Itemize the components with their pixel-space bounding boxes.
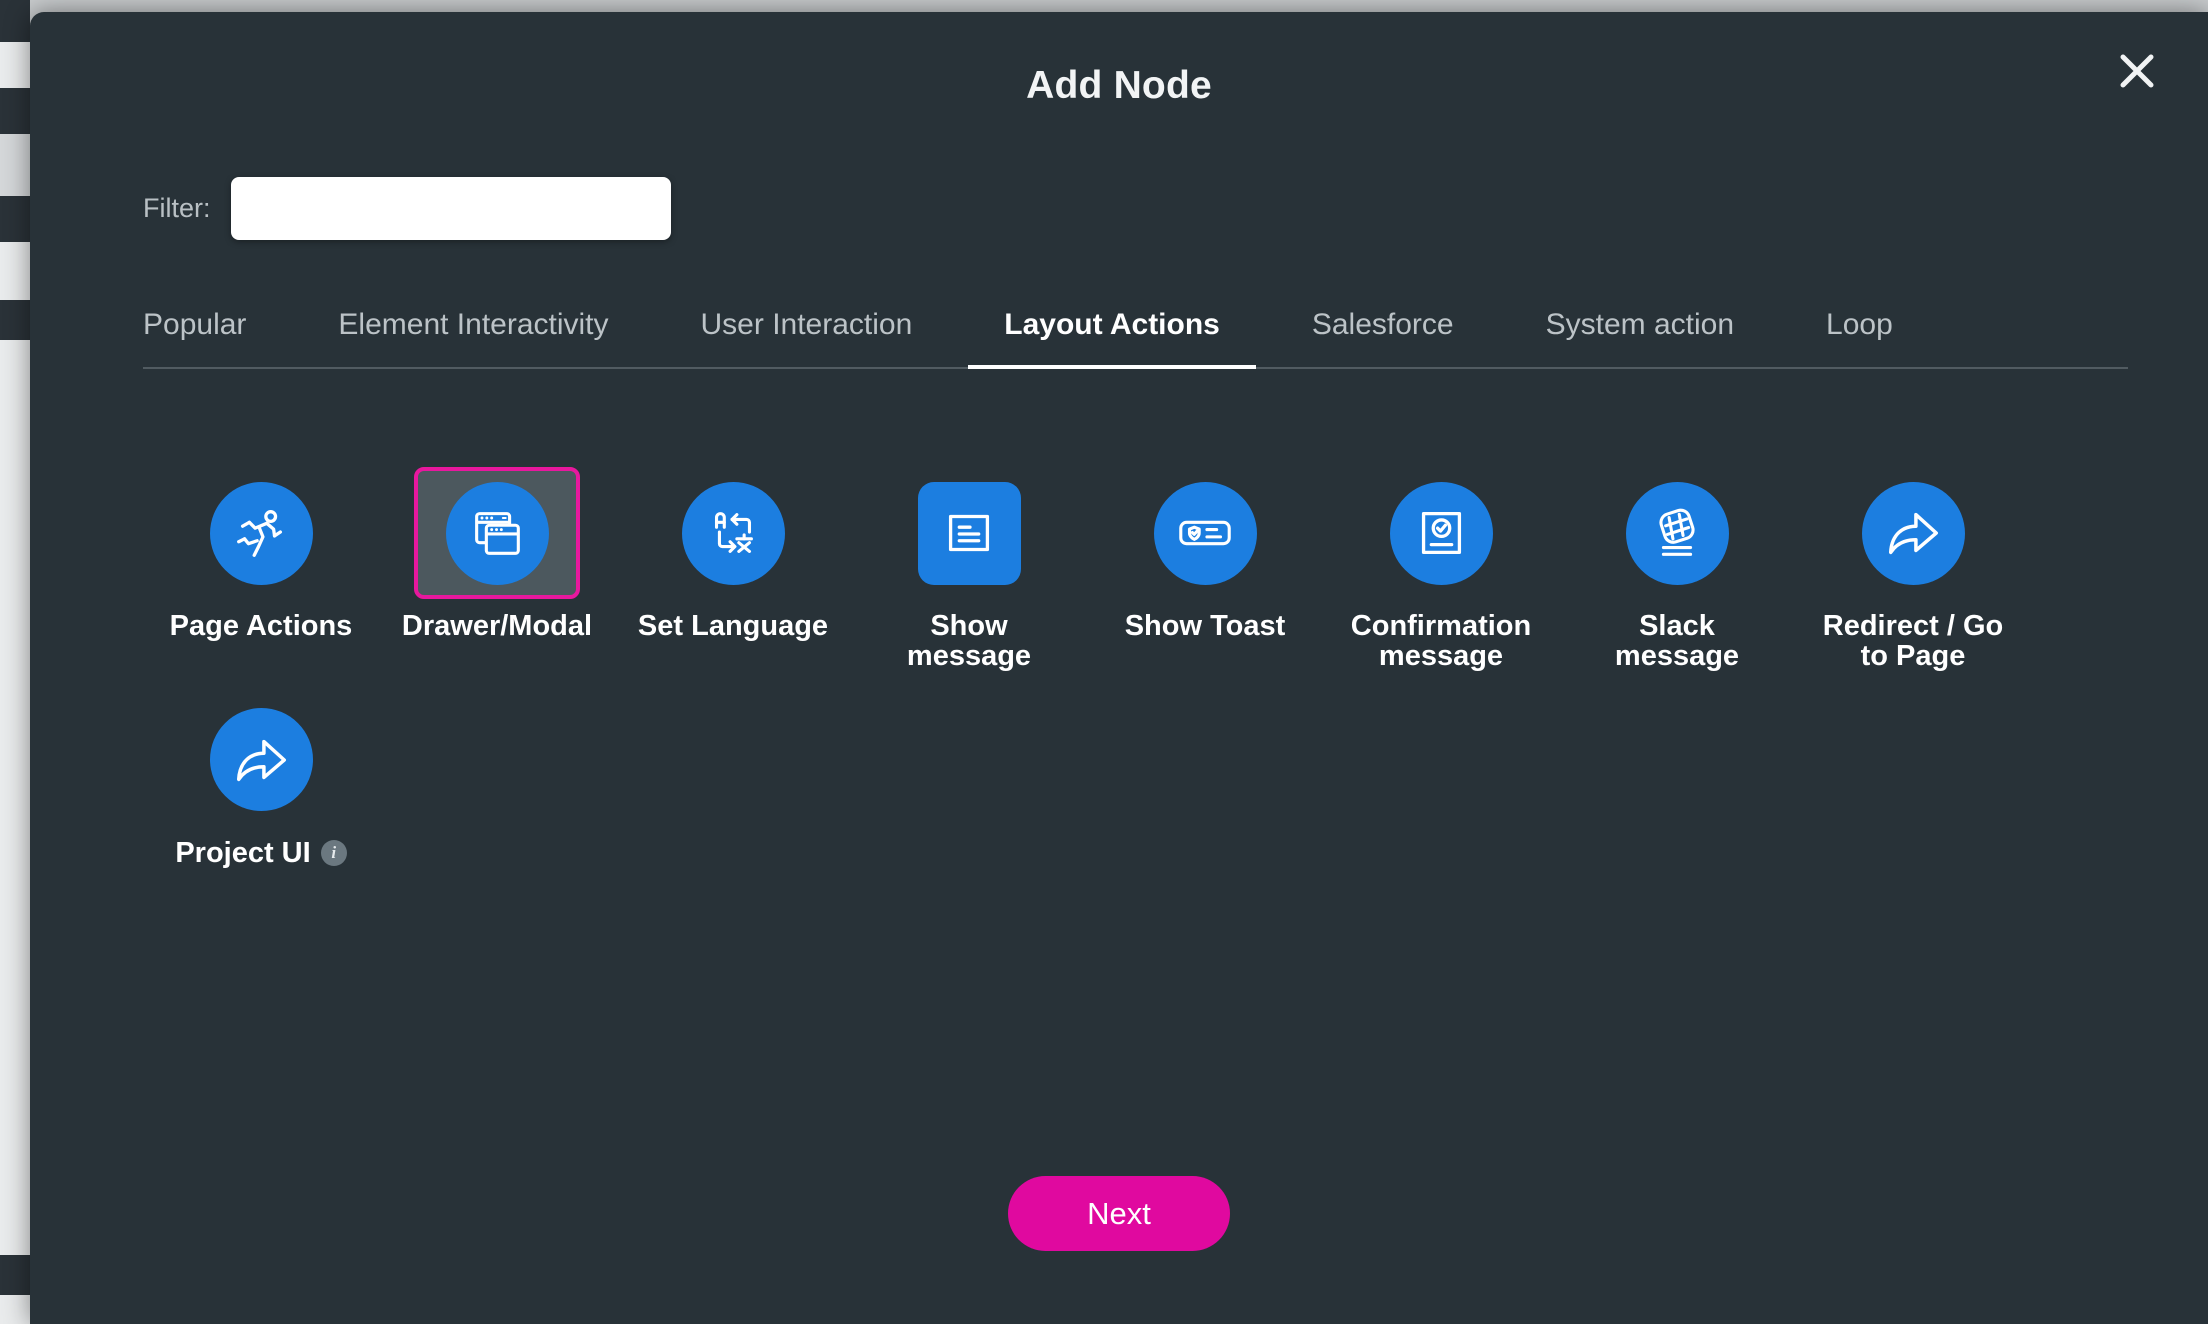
tab-loop[interactable]: Loop — [1826, 302, 1893, 367]
node-option-label-text: Show Toast — [1124, 610, 1286, 642]
bg-block — [0, 196, 30, 242]
node-option-label: Set Language — [637, 610, 829, 642]
node-option-label-text: Project UI — [175, 836, 311, 869]
add-node-modal: Add Node Filter: Popular Element Interact… — [30, 12, 2208, 1324]
node-option-label-text: Slack message — [1614, 610, 1740, 673]
filter-input[interactable] — [230, 177, 671, 240]
close-icon[interactable] — [2106, 40, 2168, 102]
running-person-icon — [209, 481, 313, 585]
node-icon-frame — [178, 694, 344, 826]
tab-layout-actions[interactable]: Layout Actions — [968, 302, 1256, 369]
node-option-page-actions[interactable]: Page Actions — [143, 467, 379, 672]
category-tabs: Popular Element Interactivity User Interac… — [143, 302, 2128, 369]
message-box-icon — [917, 481, 1021, 585]
node-icon-frame — [1358, 467, 1524, 599]
bg-block — [0, 134, 30, 196]
node-option-redirect-go-to-page[interactable]: Redirect / Go to Page — [1795, 467, 2031, 672]
node-option-label: Show message — [907, 611, 1031, 672]
toast-shield-icon — [1153, 481, 1257, 585]
node-option-label: Page Actions — [169, 610, 353, 642]
info-icon[interactable]: i — [320, 840, 347, 867]
tab-element-interactivity[interactable]: Element Interactivity — [338, 302, 608, 367]
node-option-label: Redirect / Go to Page — [1823, 611, 2004, 672]
node-option-show-message[interactable]: Show message — [851, 467, 1087, 672]
node-icon-frame — [1122, 467, 1288, 599]
check-card-icon — [1389, 481, 1493, 585]
node-option-label-text: Drawer/Modal — [401, 610, 593, 642]
bg-block — [0, 0, 30, 42]
node-option-label-text: Show message — [906, 610, 1032, 673]
node-option-label: Slack message — [1615, 611, 1739, 672]
tab-popular[interactable]: Popular — [143, 302, 246, 367]
node-option-drawer-modal[interactable]: Drawer/Modal — [379, 467, 615, 672]
node-option-label-text: Page Actions — [169, 610, 353, 642]
bg-block — [0, 88, 30, 134]
node-option-label: Project UI i — [175, 836, 347, 869]
translate-icon — [681, 481, 785, 585]
background-app-sliver — [0, 0, 30, 1324]
node-option-slack-message[interactable]: Slack message — [1559, 467, 1795, 672]
page-title: Add Node — [1026, 64, 1212, 107]
slack-hash-icon — [1625, 481, 1729, 585]
node-icon-frame — [414, 467, 580, 599]
node-grid: Page Actions Drawer/Modal Set Language Show… — [143, 467, 2128, 890]
node-option-show-toast[interactable]: Show Toast — [1087, 467, 1323, 672]
node-option-label-text: Redirect / Go to Page — [1822, 610, 2004, 673]
windows-stack-icon — [445, 481, 549, 585]
node-option-label: Drawer/Modal — [401, 610, 593, 642]
redirect-arrow-icon — [1861, 481, 1965, 585]
node-option-label: Show Toast — [1124, 610, 1286, 642]
filter-label: Filter: — [143, 193, 211, 223]
node-icon-frame — [1594, 467, 1760, 599]
node-option-confirmation-message[interactable]: Confirmation message — [1323, 467, 1559, 672]
node-icon-frame — [1830, 467, 1996, 599]
node-option-project-ui[interactable]: Project UI i — [143, 694, 379, 868]
node-option-set-language[interactable]: Set Language — [615, 467, 851, 672]
node-option-label-text: Confirmation message — [1350, 610, 1532, 673]
node-icon-frame — [178, 467, 344, 599]
tab-system-action[interactable]: System action — [1546, 302, 1734, 367]
tab-salesforce[interactable]: Salesforce — [1312, 302, 1454, 367]
tab-user-interaction[interactable]: User Interaction — [701, 302, 913, 367]
next-button[interactable]: Next — [1008, 1176, 1230, 1251]
bg-block — [0, 1255, 30, 1295]
node-icon-frame — [886, 467, 1052, 599]
bg-block — [0, 300, 30, 340]
filter-row: Filter: — [143, 177, 671, 240]
node-option-label-text: Set Language — [637, 610, 829, 642]
node-icon-frame — [650, 467, 816, 599]
node-option-label: Confirmation message — [1351, 611, 1531, 672]
redirect-arrow-icon — [209, 708, 313, 812]
